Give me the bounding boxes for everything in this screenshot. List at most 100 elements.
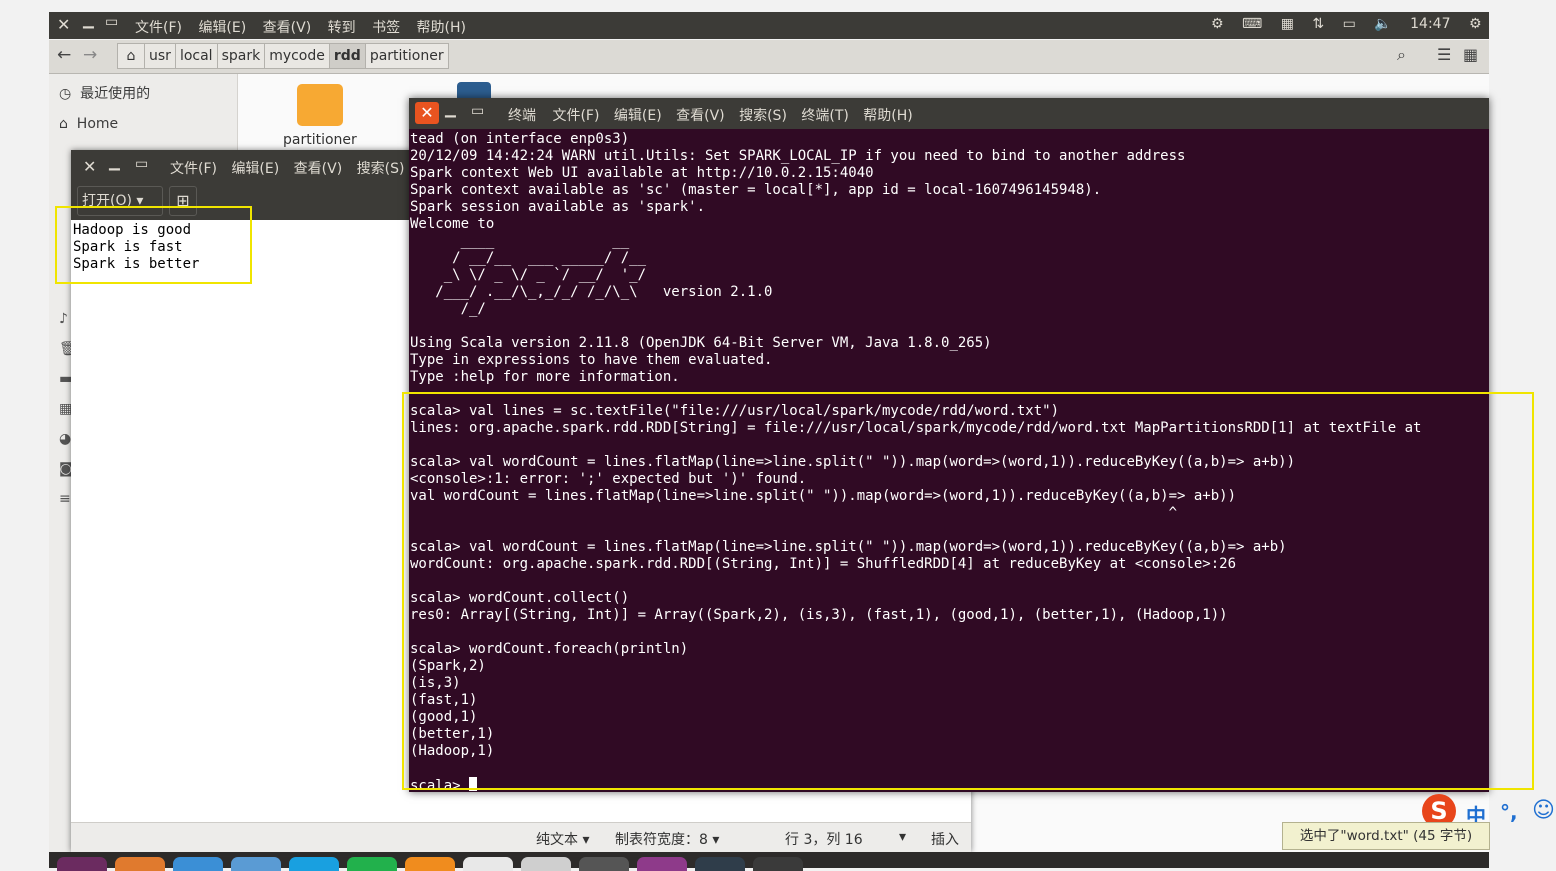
close-icon[interactable]: ✕ bbox=[57, 15, 70, 34]
workspace-icon[interactable] bbox=[695, 857, 745, 871]
terminal-menubar: 终端 文件(F) 编辑(E) 查看(V) 搜索(S) 终端(T) 帮助(H) bbox=[508, 105, 913, 125]
tab-width-label: 制表符宽度：8 bbox=[615, 832, 708, 848]
emoji-icon[interactable]: ☺ bbox=[1532, 798, 1555, 823]
menu-view[interactable]: 查看(V) bbox=[294, 161, 343, 177]
system-tray: ⚙ ⌨ ▦ ⇅ ▭ 🔈 14:47 ⚙ bbox=[1197, 16, 1487, 32]
menu-view[interactable]: 查看(V) bbox=[676, 108, 725, 124]
battery-icon[interactable]: ▭ bbox=[1343, 16, 1356, 32]
chevron-down-icon: ▾ bbox=[712, 832, 720, 848]
terminal-line: Spark context Web UI available at http:/… bbox=[410, 165, 874, 181]
terminal-line: Using Scala version 2.11.8 (OpenJDK 64-B… bbox=[410, 335, 992, 351]
menu-view[interactable]: 查看(V) bbox=[263, 20, 312, 36]
document-icon[interactable] bbox=[463, 857, 513, 871]
terminal-line: /___/ .__/\_,_/_/ /_/\_\ version 2.1.0 bbox=[410, 284, 773, 300]
menubar: 文件(F) 编辑(E) 查看(V) 转到 书签 帮助(H) bbox=[135, 17, 478, 37]
maximize-icon[interactable]: ▭ bbox=[135, 156, 148, 172]
highlight-box bbox=[402, 392, 1534, 790]
launcher-bar bbox=[49, 852, 1489, 871]
terminal-titlebar: ✕ ▁ ▭ 终端 文件(F) 编辑(E) 查看(V) 搜索(S) 终端(T) 帮… bbox=[409, 98, 1489, 129]
keyboard-icon[interactable]: ⌨ bbox=[1242, 16, 1262, 32]
menu-search[interactable]: 搜索(S) bbox=[357, 161, 405, 177]
search-icon[interactable]: ⌕ bbox=[1397, 45, 1406, 65]
sidebar-item-home[interactable]: ⌂ Home bbox=[49, 109, 237, 139]
minimize-icon[interactable]: ▁ bbox=[109, 155, 120, 171]
menu-help[interactable]: 帮助(H) bbox=[863, 108, 912, 124]
breadcrumb-local[interactable]: local bbox=[174, 43, 218, 69]
menu-bookmarks[interactable]: 书签 bbox=[372, 20, 400, 36]
chevron-down-icon: ▾ bbox=[582, 832, 590, 848]
terminal-line: /_/ bbox=[410, 301, 486, 317]
presentation-icon[interactable] bbox=[405, 857, 455, 871]
menu-edit[interactable]: 编辑(E) bbox=[198, 20, 246, 36]
sidebar-item-recent[interactable]: ◷ 最近使用的 bbox=[49, 79, 237, 109]
close-icon[interactable]: ✕ bbox=[83, 157, 96, 176]
breadcrumb-spark[interactable]: spark bbox=[216, 43, 266, 69]
highlight-box bbox=[55, 206, 252, 284]
settings-gear-icon[interactable]: ⚙ bbox=[1469, 16, 1482, 32]
input-method-icon[interactable]: ⚙ bbox=[1211, 16, 1224, 32]
minimize-icon[interactable]: ▁ bbox=[445, 102, 456, 118]
app-icon[interactable] bbox=[753, 857, 803, 871]
home-icon: ⌂ bbox=[59, 116, 68, 132]
close-icon[interactable]: ✕ bbox=[415, 102, 439, 124]
folder-icon[interactable] bbox=[297, 84, 343, 126]
calendar-icon[interactable]: ▦ bbox=[1281, 16, 1294, 32]
file-manager-toolbar: ← → ⌂ usr local spark mycode rdd partitioner ⌕… bbox=[49, 40, 1489, 74]
forward-arrow-icon[interactable]: → bbox=[83, 45, 97, 65]
network-icon[interactable]: ⇅ bbox=[1312, 16, 1324, 32]
sidebar-item-label: 最近使用的 bbox=[80, 86, 151, 102]
clock-icon: ◷ bbox=[59, 86, 72, 102]
terminal-line: Spark session available as 'spark'. bbox=[410, 199, 706, 215]
tab-width-selector[interactable]: 制表符宽度：8 ▾ bbox=[615, 829, 719, 849]
clock[interactable]: 14:47 bbox=[1410, 16, 1450, 32]
menu-help[interactable]: 帮助(H) bbox=[417, 20, 466, 36]
terminal-icon[interactable] bbox=[579, 857, 629, 871]
terminal-line: Spark context available as 'sc' (master … bbox=[410, 182, 1102, 198]
menu-terminal[interactable]: 终端(T) bbox=[801, 108, 848, 124]
ubuntu-logo-icon[interactable] bbox=[57, 857, 107, 871]
grid-view-icon[interactable]: ▦ bbox=[1463, 45, 1478, 64]
menu-edit[interactable]: 编辑(E) bbox=[614, 108, 662, 124]
menu-file[interactable]: 文件(F) bbox=[170, 161, 217, 177]
breadcrumb-partitioner[interactable]: partitioner bbox=[364, 43, 449, 69]
back-arrow-icon[interactable]: ← bbox=[57, 45, 71, 65]
mail-icon[interactable] bbox=[231, 857, 281, 871]
position-chevron-down-icon[interactable]: ▾ bbox=[899, 829, 906, 845]
terminal-line: Type :help for more information. bbox=[410, 369, 680, 385]
root-drive-icon[interactable]: ⌂ bbox=[117, 43, 145, 69]
insert-mode: 插入 bbox=[931, 832, 959, 848]
breadcrumb-usr[interactable]: usr bbox=[144, 43, 176, 69]
list-view-icon[interactable]: ☰ bbox=[1437, 45, 1451, 64]
text-editor-statusbar: 纯文本 ▾ 制表符宽度：8 ▾ 行 3，列 16 ▾ 插入 bbox=[71, 822, 971, 853]
text-editor-menubar: 文件(F) 编辑(E) 查看(V) 搜索(S) bbox=[170, 158, 404, 178]
menu-file[interactable]: 文件(F) bbox=[552, 108, 599, 124]
browser-icon[interactable] bbox=[173, 857, 223, 871]
software-center-icon[interactable] bbox=[637, 857, 687, 871]
sidebar-item-label: Home bbox=[76, 116, 119, 132]
window-title: 终端 bbox=[508, 108, 536, 124]
terminal-line: Type in expressions to have them evaluat… bbox=[410, 352, 773, 368]
minimize-icon[interactable]: ▁ bbox=[83, 13, 94, 29]
spreadsheet-icon[interactable] bbox=[347, 857, 397, 871]
menu-edit[interactable]: 编辑(E) bbox=[231, 161, 279, 177]
menu-file[interactable]: 文件(F) bbox=[135, 20, 182, 36]
terminal-line: Welcome to bbox=[410, 216, 495, 232]
menu-search[interactable]: 搜索(S) bbox=[739, 108, 787, 124]
volume-icon[interactable]: 🔈 bbox=[1374, 16, 1391, 32]
ime-punctuation[interactable]: °, bbox=[1500, 800, 1518, 824]
files-icon[interactable] bbox=[115, 857, 165, 871]
settings-icon[interactable] bbox=[521, 857, 571, 871]
maximize-icon[interactable]: ▭ bbox=[471, 103, 484, 119]
syntax-selector[interactable]: 纯文本 ▾ bbox=[536, 829, 589, 849]
terminal-line: _\ \/ _ \/ _ `/ __/ '_/ bbox=[410, 267, 647, 283]
chat-icon[interactable] bbox=[289, 857, 339, 871]
folder-label[interactable]: partitioner bbox=[283, 132, 357, 148]
terminal-line: ____ __ bbox=[410, 233, 630, 249]
breadcrumb: ⌂ usr local spark mycode rdd partitioner bbox=[117, 43, 449, 69]
menu-go[interactable]: 转到 bbox=[328, 20, 356, 36]
breadcrumb-rdd[interactable]: rdd bbox=[328, 43, 366, 69]
maximize-icon[interactable]: ▭ bbox=[105, 14, 118, 30]
terminal-line: tead (on interface enp0s3) bbox=[410, 131, 630, 147]
breadcrumb-mycode[interactable]: mycode bbox=[264, 43, 330, 69]
